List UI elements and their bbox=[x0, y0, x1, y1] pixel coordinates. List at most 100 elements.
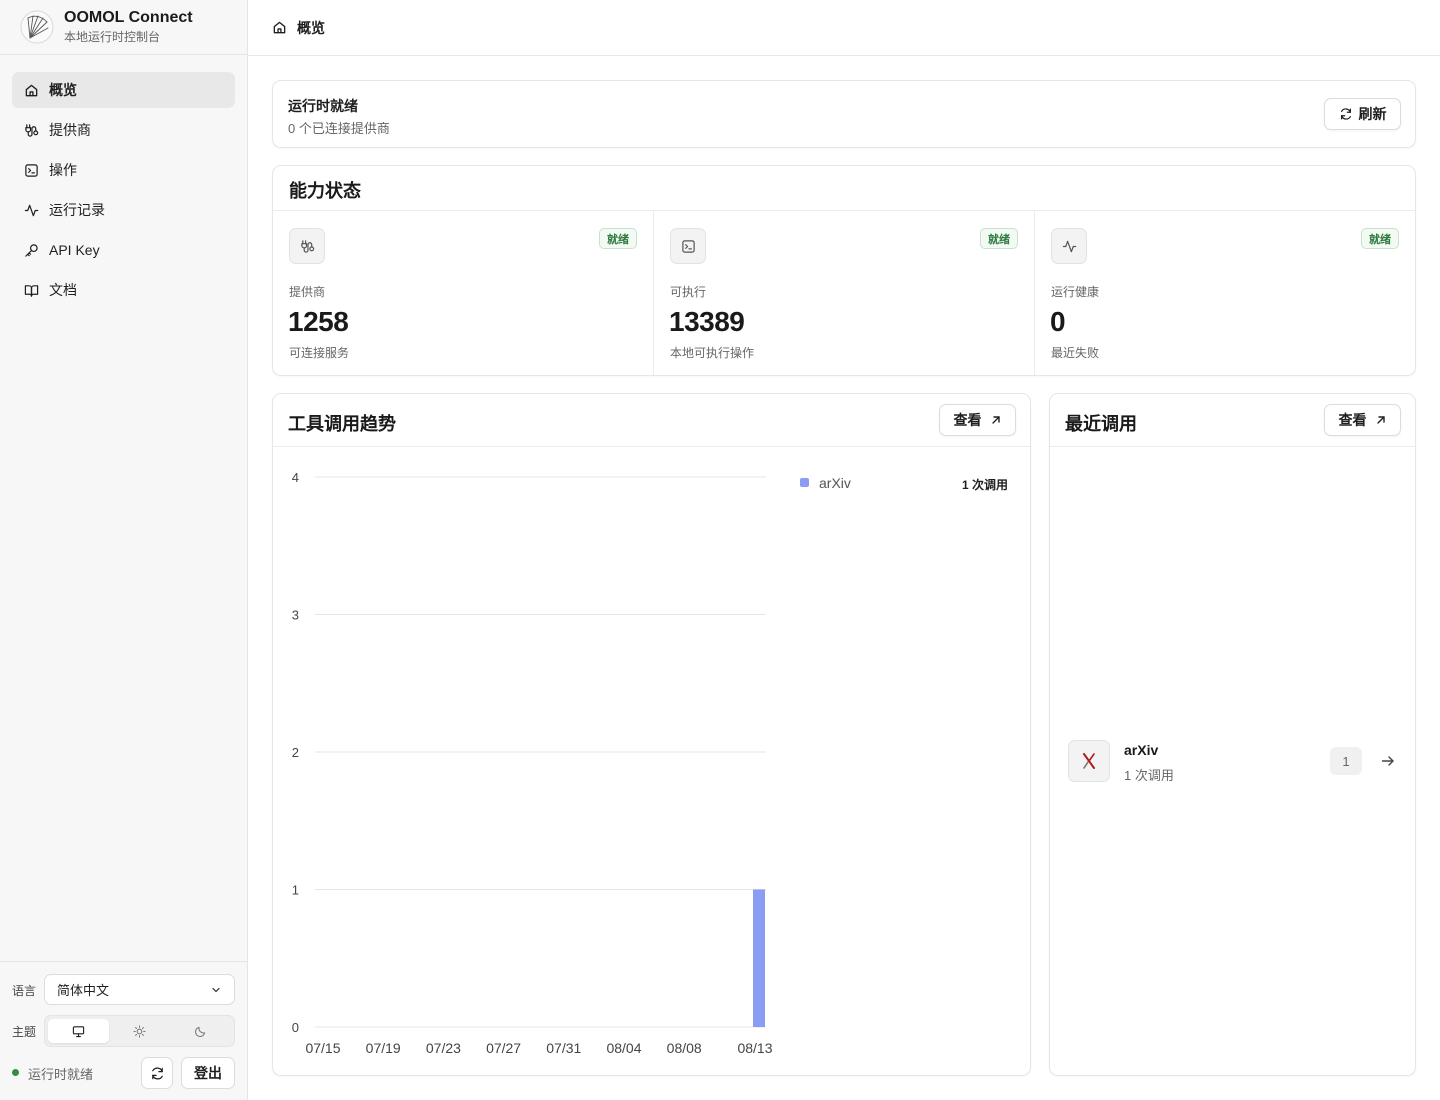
theme-dark-button[interactable] bbox=[170, 1019, 231, 1043]
status-badge: 就绪 bbox=[599, 228, 637, 249]
x-tick-label: 08/13 bbox=[737, 1040, 772, 1056]
capability-value: 13389 bbox=[669, 306, 745, 337]
theme-system-button[interactable] bbox=[48, 1019, 109, 1043]
sidebar-item-runs[interactable]: 运行记录 bbox=[12, 192, 235, 228]
terminal-icon bbox=[25, 163, 38, 177]
plug-icon bbox=[25, 123, 39, 137]
capability-executables: 就绪 可执行 13389 本地可执行操作 bbox=[654, 211, 1035, 375]
sidebar-nav: 概览 提供商 操作 运行记录 API Key 文档 bbox=[12, 72, 235, 312]
runtime-subtitle: 0 个已连接提供商 bbox=[288, 121, 390, 136]
sidebar-item-label: 提供商 bbox=[49, 122, 91, 138]
page-title: 概览 bbox=[297, 19, 325, 36]
capability-value: 0 bbox=[1050, 306, 1066, 337]
app-title: OOMOL Connect bbox=[64, 9, 193, 26]
capability-status-card: 能力状态 就绪 提供商 1258 可连接服务 就绪 可执行 13389 本地可执… bbox=[272, 165, 1416, 376]
recent-item-sub: 1 次调用 bbox=[1124, 768, 1174, 783]
view-label: 查看 bbox=[1338, 412, 1367, 428]
language-value: 简体中文 bbox=[57, 983, 110, 998]
capability-desc: 最近失败 bbox=[1051, 346, 1100, 360]
sidebar-refresh-button[interactable] bbox=[141, 1057, 173, 1089]
y-tick-label: 1 bbox=[292, 883, 299, 898]
recent-title: 最近调用 bbox=[1065, 414, 1137, 434]
card-header: 能力状态 bbox=[273, 166, 1415, 211]
capability-icon-box bbox=[1051, 228, 1087, 264]
language-select[interactable]: 简体中文 bbox=[44, 974, 235, 1005]
sidebar-item-docs[interactable]: 文档 bbox=[12, 272, 235, 308]
sidebar-item-providers[interactable]: 提供商 bbox=[12, 112, 235, 148]
capability-desc: 可连接服务 bbox=[289, 346, 350, 360]
capability-grid: 就绪 提供商 1258 可连接服务 就绪 可执行 13389 本地可执行操作 就… bbox=[273, 211, 1415, 375]
view-label: 查看 bbox=[953, 412, 982, 428]
card-header: 工具调用趋势 查看 bbox=[273, 394, 1030, 447]
capability-icon-box bbox=[289, 228, 325, 264]
card-header: 最近调用 查看 bbox=[1050, 394, 1415, 447]
status-badge: 就绪 bbox=[1361, 228, 1399, 249]
brand-text: OOMOL Connect 本地运行时控制台 bbox=[64, 9, 193, 45]
language-label: 语言 bbox=[12, 984, 37, 998]
y-tick-label: 2 bbox=[292, 745, 299, 760]
y-tick-label: 0 bbox=[292, 1020, 299, 1035]
runtime-status-card: 运行时就绪 0 个已连接提供商 刷新 bbox=[272, 80, 1416, 148]
capability-icon-box bbox=[670, 228, 706, 264]
arrow-up-right-icon bbox=[991, 416, 1000, 424]
theme-toggle bbox=[44, 1015, 235, 1047]
list-item[interactable]: arXiv 1 次调用 1 bbox=[1068, 740, 1401, 784]
legend-series-value: 1 次调用 bbox=[961, 478, 1008, 492]
home-icon bbox=[273, 21, 286, 34]
sidebar-item-label: 运行记录 bbox=[49, 202, 105, 218]
sidebar-item-api-key[interactable]: API Key bbox=[12, 232, 235, 268]
legend-series-name: arXiv bbox=[819, 475, 851, 491]
chart-bar[interactable] bbox=[753, 889, 765, 1028]
breadcrumb: 概览 bbox=[248, 0, 1440, 56]
x-tick-label: 07/23 bbox=[426, 1040, 461, 1056]
capability-health: 就绪 运行健康 0 最近失败 bbox=[1035, 211, 1415, 375]
sidebar-item-overview[interactable]: 概览 bbox=[12, 72, 235, 108]
refresh-button[interactable]: 刷新 bbox=[1324, 98, 1401, 130]
runtime-title: 运行时就绪 bbox=[288, 98, 358, 114]
theme-label: 主题 bbox=[12, 1025, 37, 1039]
home-icon bbox=[25, 84, 38, 96]
sidebar-item-label: 概览 bbox=[49, 82, 77, 98]
y-tick-label: 4 bbox=[292, 470, 299, 485]
arxiv-icon-box bbox=[1068, 740, 1110, 782]
capability-providers: 就绪 提供商 1258 可连接服务 bbox=[273, 211, 654, 375]
trend-view-button[interactable]: 查看 bbox=[939, 404, 1016, 436]
logout-button[interactable]: 登出 bbox=[181, 1057, 235, 1089]
activity-icon bbox=[24, 204, 39, 216]
refresh-icon bbox=[1340, 108, 1351, 120]
capability-label: 提供商 bbox=[289, 285, 326, 299]
arrow-right-icon[interactable] bbox=[1380, 753, 1396, 769]
y-tick-label: 3 bbox=[292, 608, 299, 623]
brand-header: OOMOL Connect 本地运行时控制台 bbox=[0, 0, 247, 55]
sidebar-item-label: API Key bbox=[49, 242, 100, 258]
sidebar-item-label: 操作 bbox=[49, 162, 77, 178]
capability-title: 能力状态 bbox=[289, 181, 361, 201]
x-tick-label: 07/27 bbox=[486, 1040, 521, 1056]
theme-light-button[interactable] bbox=[109, 1019, 170, 1043]
refresh-icon bbox=[151, 1066, 163, 1080]
x-tick-label: 07/19 bbox=[366, 1040, 401, 1056]
x-tick-label: 08/08 bbox=[667, 1040, 702, 1056]
legend-swatch bbox=[800, 478, 809, 487]
arrow-up-right-icon bbox=[1376, 416, 1385, 424]
recent-item-name: arXiv bbox=[1124, 742, 1159, 758]
capability-label: 运行健康 bbox=[1051, 285, 1100, 299]
tool-call-trend-card: 工具调用趋势 查看 0 1 2 3 4 07/15 07/19 07/23 07/27 07/31… bbox=[272, 393, 1031, 1076]
recent-item-count: 1 bbox=[1330, 747, 1362, 775]
book-icon bbox=[24, 284, 39, 297]
capability-value: 1258 bbox=[288, 306, 349, 337]
recent-view-button[interactable]: 查看 bbox=[1324, 404, 1401, 436]
sidebar-item-label: 文档 bbox=[49, 282, 77, 298]
trend-chart: 0 1 2 3 4 07/15 07/19 07/23 07/27 07/31 08/04 08/08… bbox=[292, 470, 773, 1056]
x-tick-label: 08/04 bbox=[606, 1040, 641, 1056]
activity-icon bbox=[1062, 240, 1076, 252]
arxiv-icon bbox=[1083, 753, 1095, 769]
refresh-label: 刷新 bbox=[1358, 106, 1387, 122]
runtime-status-dot bbox=[12, 1069, 19, 1076]
key-icon bbox=[25, 243, 38, 257]
x-tick-label: 07/15 bbox=[305, 1040, 340, 1056]
sidebar-item-operations[interactable]: 操作 bbox=[12, 152, 235, 188]
capability-label: 可执行 bbox=[670, 285, 707, 299]
chart-legend: arXiv 1 次调用 bbox=[800, 474, 1008, 492]
status-badge: 就绪 bbox=[980, 228, 1018, 249]
